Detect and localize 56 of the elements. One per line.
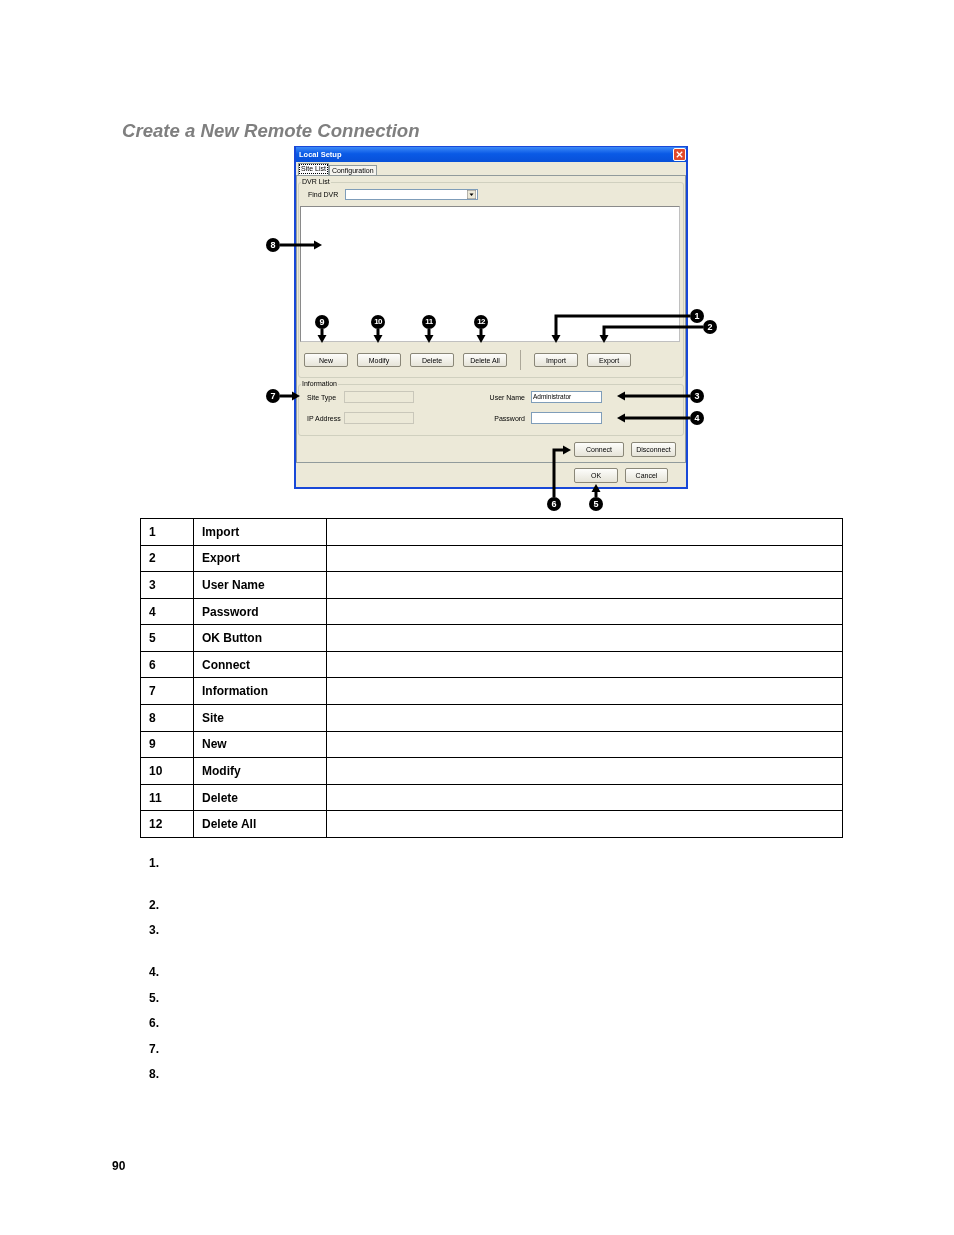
callout-arrow bbox=[552, 445, 571, 497]
callout-number: 1 bbox=[690, 309, 704, 323]
callout-number: 4 bbox=[690, 411, 704, 425]
callout-number: 3 bbox=[690, 389, 704, 403]
callout-arrow bbox=[280, 240, 322, 250]
table-cell: 11 bbox=[140, 784, 194, 811]
table-cell: Export bbox=[193, 545, 327, 572]
list-number: 6. bbox=[149, 1015, 159, 1032]
table-cell: Delete bbox=[193, 784, 327, 811]
callout-number: 8 bbox=[266, 238, 280, 252]
table-cell: 1 bbox=[140, 518, 194, 546]
list-number: 7. bbox=[149, 1040, 159, 1057]
table-cell: 4 bbox=[140, 598, 194, 625]
table-cell: Password bbox=[193, 598, 327, 625]
password-field[interactable] bbox=[531, 412, 602, 424]
section-heading: Create a New Remote Connection bbox=[122, 119, 420, 143]
site-list-box[interactable] bbox=[300, 206, 680, 342]
table-cell: 12 bbox=[140, 810, 194, 838]
callout-arrow bbox=[373, 329, 383, 343]
callout-number: 5 bbox=[589, 497, 603, 511]
table-cell: 8 bbox=[140, 704, 194, 732]
list-number: 8. bbox=[149, 1066, 159, 1083]
dropdown-field[interactable] bbox=[345, 189, 479, 200]
callout-arrow bbox=[424, 329, 434, 343]
close-button[interactable] bbox=[673, 148, 686, 161]
list-number: 2. bbox=[149, 896, 159, 913]
table-cell: 5 bbox=[140, 624, 194, 652]
table-cell: Connect bbox=[193, 651, 327, 678]
table-cell: OK Button bbox=[193, 624, 327, 652]
table-cell: Delete All bbox=[193, 810, 327, 838]
table-cell: User Name bbox=[193, 571, 327, 599]
table-cell: Site bbox=[193, 704, 327, 732]
table-cell: 9 bbox=[140, 731, 194, 758]
list-number: 5. bbox=[149, 989, 159, 1006]
list-number: 1. bbox=[149, 854, 159, 871]
table-cell: 6 bbox=[140, 651, 194, 678]
callout-number: 6 bbox=[547, 497, 561, 511]
table-cell: 2 bbox=[140, 545, 194, 572]
table-cell: Import bbox=[193, 518, 327, 546]
callout-arrow bbox=[591, 484, 601, 497]
callout-number: 7 bbox=[266, 389, 280, 403]
table-cell: Information bbox=[193, 677, 327, 705]
table-cell: 10 bbox=[140, 757, 194, 785]
table-cell: Modify bbox=[193, 757, 327, 785]
list-number: 3. bbox=[149, 922, 159, 939]
table-cell: 7 bbox=[140, 677, 194, 705]
callout-number: 2 bbox=[703, 320, 717, 334]
page-number: 90 bbox=[112, 1157, 126, 1174]
table-cell: New bbox=[193, 731, 327, 758]
callout-arrow bbox=[476, 329, 486, 343]
close-icon bbox=[676, 151, 683, 158]
callout-arrow bbox=[280, 391, 300, 401]
list-number: 4. bbox=[149, 964, 159, 981]
callout-arrow bbox=[317, 329, 327, 343]
caret-icon[interactable] bbox=[467, 190, 477, 199]
table-cell: 3 bbox=[140, 571, 194, 599]
